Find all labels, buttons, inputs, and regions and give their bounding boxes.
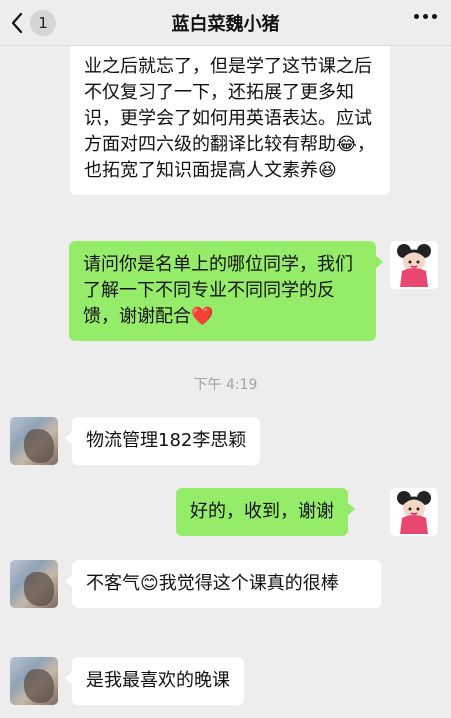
message-text: 请问你是名单上的哪位同学，我们了解一下不同专业不同同学的反馈，谢谢配合❤️	[83, 254, 353, 327]
message-bubble-sent[interactable]: 好的，收到，谢谢	[176, 488, 355, 536]
self-avatar[interactable]	[390, 488, 438, 536]
self-avatar[interactable]	[390, 241, 438, 289]
message-bubble-received[interactable]: 不客气😊我觉得这个课真的很棒	[65, 560, 381, 608]
message-bubble-received[interactable]: 业之后就忘了，但是学了这节课之后不仅复习了一下，还拓展了更多知识，更学会了如何用…	[70, 40, 390, 195]
cartoon-girl-avatar-icon	[390, 488, 438, 536]
message-text: 好的，收到，谢谢	[190, 501, 334, 522]
photo-avatar-icon	[24, 669, 54, 703]
dot-icon	[414, 14, 419, 19]
contact-avatar[interactable]	[10, 560, 58, 608]
more-options-button[interactable]	[414, 14, 437, 19]
message-bubble-received[interactable]: 是我最喜欢的晚课	[65, 657, 244, 705]
photo-avatar-icon	[24, 429, 54, 463]
dot-icon	[432, 14, 437, 19]
contact-avatar[interactable]	[10, 657, 58, 705]
message-text: 业之后就忘了，但是学了这节课之后不仅复习了一下，还拓展了更多知识，更学会了如何用…	[84, 56, 376, 181]
dot-icon	[423, 14, 428, 19]
message-timestamp: 下午 4:19	[193, 377, 258, 393]
chat-title: 蓝白菜魏小猪	[171, 14, 280, 35]
cartoon-girl-avatar-icon	[390, 241, 438, 289]
message-text: 物流管理182李思颖	[86, 430, 247, 451]
photo-avatar-icon	[24, 572, 54, 606]
message-bubble-sent[interactable]: 请问你是名单上的哪位同学，我们了解一下不同专业不同同学的反馈，谢谢配合❤️	[69, 241, 383, 341]
message-bubble-received[interactable]: 物流管理182李思颖	[64, 417, 261, 465]
chat-header: 1 蓝白菜魏小猪	[0, 0, 451, 46]
message-text: 不客气😊我觉得这个课真的很棒	[86, 573, 339, 594]
message-text: 是我最喜欢的晚课	[86, 670, 230, 691]
contact-avatar[interactable]	[10, 417, 58, 465]
